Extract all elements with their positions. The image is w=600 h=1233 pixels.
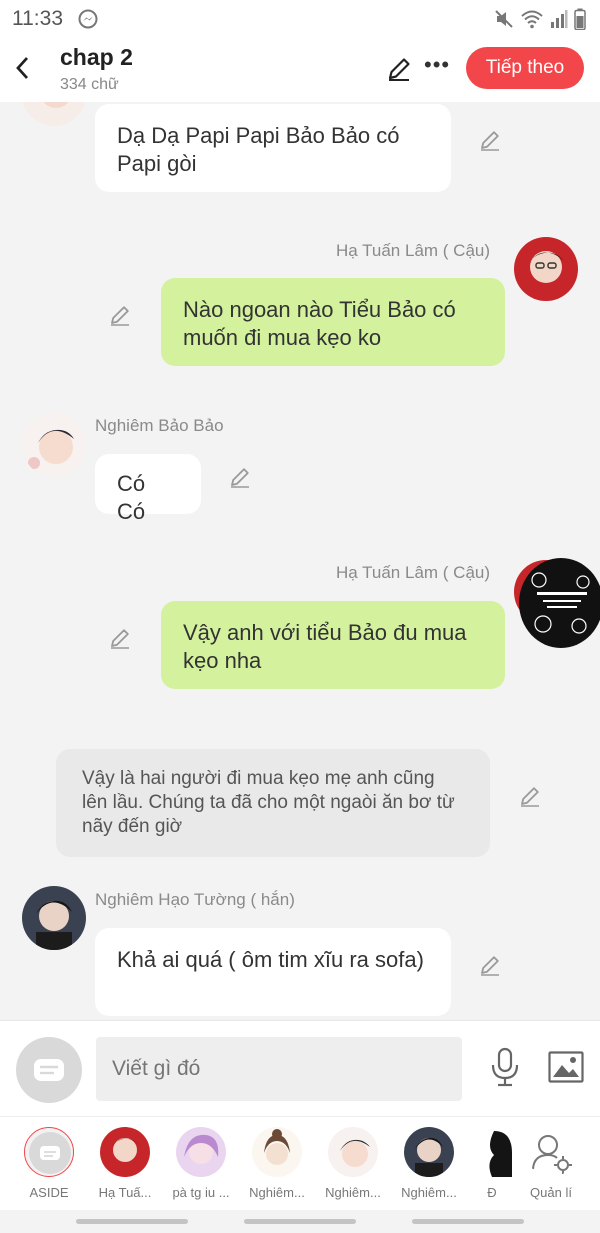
character-label: Nghiêm...: [325, 1185, 381, 1200]
composer-bar: [0, 1020, 600, 1116]
avatar: [404, 1127, 454, 1177]
nav-back-button[interactable]: [412, 1219, 524, 1224]
speaker-name: Nghiêm Bảo Bảo: [95, 416, 224, 435]
signal-icon: [551, 10, 568, 28]
microphone-icon[interactable]: [490, 1047, 520, 1087]
speaker-name: Nghiêm Hạo Tường ( hắn): [95, 890, 295, 909]
avatar[interactable]: [22, 413, 86, 477]
avatar: [328, 1127, 378, 1177]
chat-bubble-icon: [34, 1059, 64, 1081]
character-label: Hạ Tuấ...: [98, 1185, 152, 1200]
sticker-badge: [519, 558, 600, 648]
status-time: 11:33: [12, 7, 63, 30]
app-header: chap 2 334 chữ ••• Tiếp theo: [0, 36, 600, 102]
avatar: [472, 1127, 512, 1177]
message-bubble[interactable]: Vậy anh với tiểu Bảo đu mua kẹo nha: [161, 601, 505, 689]
character-item[interactable]: Nghiêm...: [240, 1127, 314, 1200]
message-input[interactable]: [96, 1037, 462, 1101]
page-title: chap 2: [60, 44, 133, 70]
next-button[interactable]: Tiếp theo: [466, 47, 584, 89]
speaker-name: Hạ Tuấn Lâm ( Cậu): [336, 563, 491, 582]
mute-icon: [495, 10, 513, 28]
speaker-name: Hạ Tuấn Lâm ( Cậu): [336, 241, 491, 260]
character-aside[interactable]: ASIDE: [12, 1127, 86, 1200]
message-bubble[interactable]: Khả ai quá ( ôm tim xĩu ra sofa): [95, 928, 451, 1016]
messenger-icon: [78, 9, 98, 29]
message-text: Dạ Dạ Papi Papi Bảo Bảo có Papi gòi: [117, 123, 400, 176]
user-settings-icon: [532, 1135, 572, 1174]
status-bar: 11:33: [0, 0, 600, 36]
manage-characters-button[interactable]: Quản lí: [514, 1127, 588, 1200]
system-nav-bar: [0, 1210, 600, 1233]
word-count: 334 chữ: [60, 76, 119, 93]
edit-message-icon[interactable]: [518, 784, 542, 808]
aside-toggle-button[interactable]: [16, 1037, 82, 1103]
character-item[interactable]: Nghiêm...: [316, 1127, 390, 1200]
character-bar: ASIDE Hạ Tuấ... pà tg iu ... Nghiêm... N…: [0, 1116, 600, 1210]
edit-message-icon[interactable]: [228, 465, 252, 489]
message-bubble[interactable]: Nào ngoan nào Tiểu Bảo có muốn đi mua kẹ…: [161, 278, 505, 366]
chat-bubble-icon: [29, 1132, 71, 1174]
nav-home-button[interactable]: [244, 1219, 356, 1224]
avatar: [22, 102, 86, 126]
character-label: Đ: [487, 1185, 497, 1200]
character-label: ASIDE: [29, 1185, 69, 1200]
avatar[interactable]: [22, 886, 86, 950]
more-icon[interactable]: •••: [424, 52, 450, 78]
message-text: Nào ngoan nào Tiểu Bảo có muốn đi mua kẹ…: [183, 297, 456, 350]
character-label: Quản lí: [530, 1185, 572, 1200]
character-label: Nghiêm...: [249, 1185, 305, 1200]
message-text: Vậy anh với tiểu Bảo đu mua kẹo nha: [183, 620, 467, 673]
status-icons: [494, 8, 586, 30]
message-bubble[interactable]: Dạ Dạ Papi Papi Bảo Bảo có Papi gòi: [95, 104, 451, 192]
avatar: [100, 1127, 150, 1177]
character-item[interactable]: pà tg iu ...: [164, 1127, 238, 1200]
narration-text: Vậy là hai người đi mua kẹo mẹ anh cũng …: [82, 768, 455, 837]
edit-message-icon[interactable]: [478, 953, 502, 977]
message-bubble[interactable]: Có Có: [95, 454, 201, 524]
avatar[interactable]: [514, 237, 578, 301]
avatar: [176, 1127, 226, 1177]
chat-area[interactable]: Dạ Dạ Papi Papi Bảo Bảo có Papi gòi Hạ T…: [0, 102, 600, 1020]
character-label: Nghiêm...: [401, 1185, 457, 1200]
wifi-icon: [521, 10, 543, 29]
avatar: [252, 1127, 302, 1177]
edit-icon[interactable]: [385, 55, 413, 83]
character-item[interactable]: Nghiêm...: [392, 1127, 466, 1200]
nav-recent-button[interactable]: [76, 1219, 188, 1224]
message-text: Có Có: [117, 471, 146, 524]
narration-bubble[interactable]: Vậy là hai người đi mua kẹo mẹ anh cũng …: [56, 749, 490, 857]
character-item[interactable]: Đ: [462, 1127, 522, 1200]
edit-message-icon[interactable]: [108, 303, 132, 327]
image-icon[interactable]: [548, 1051, 584, 1083]
battery-icon: [574, 8, 586, 30]
edit-message-icon[interactable]: [478, 128, 502, 152]
message-text: Khả ai quá ( ôm tim xĩu ra sofa): [117, 947, 424, 972]
edit-message-icon[interactable]: [108, 626, 132, 650]
back-icon[interactable]: [12, 54, 36, 82]
character-label: pà tg iu ...: [172, 1185, 230, 1200]
character-item[interactable]: Hạ Tuấ...: [88, 1127, 162, 1200]
